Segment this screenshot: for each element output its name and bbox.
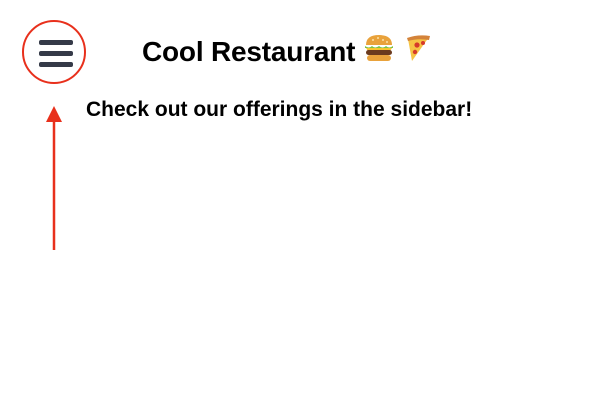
pizza-icon (402, 33, 432, 74)
page-title-text: Cool Restaurant (142, 36, 356, 67)
hamburger-bar (39, 51, 73, 56)
page: Cool Restaurant Check out our offerings … (0, 0, 600, 400)
burger-icon (363, 33, 395, 74)
page-title: Cool Restaurant (142, 32, 432, 74)
annotation-arrow (46, 106, 62, 250)
hamburger-menu-icon[interactable] (39, 40, 73, 68)
menu-button[interactable] (22, 20, 86, 84)
offerings-message: Check out our offerings in the sidebar! (86, 98, 473, 121)
hamburger-bar (39, 40, 73, 45)
hamburger-bar (39, 62, 73, 67)
